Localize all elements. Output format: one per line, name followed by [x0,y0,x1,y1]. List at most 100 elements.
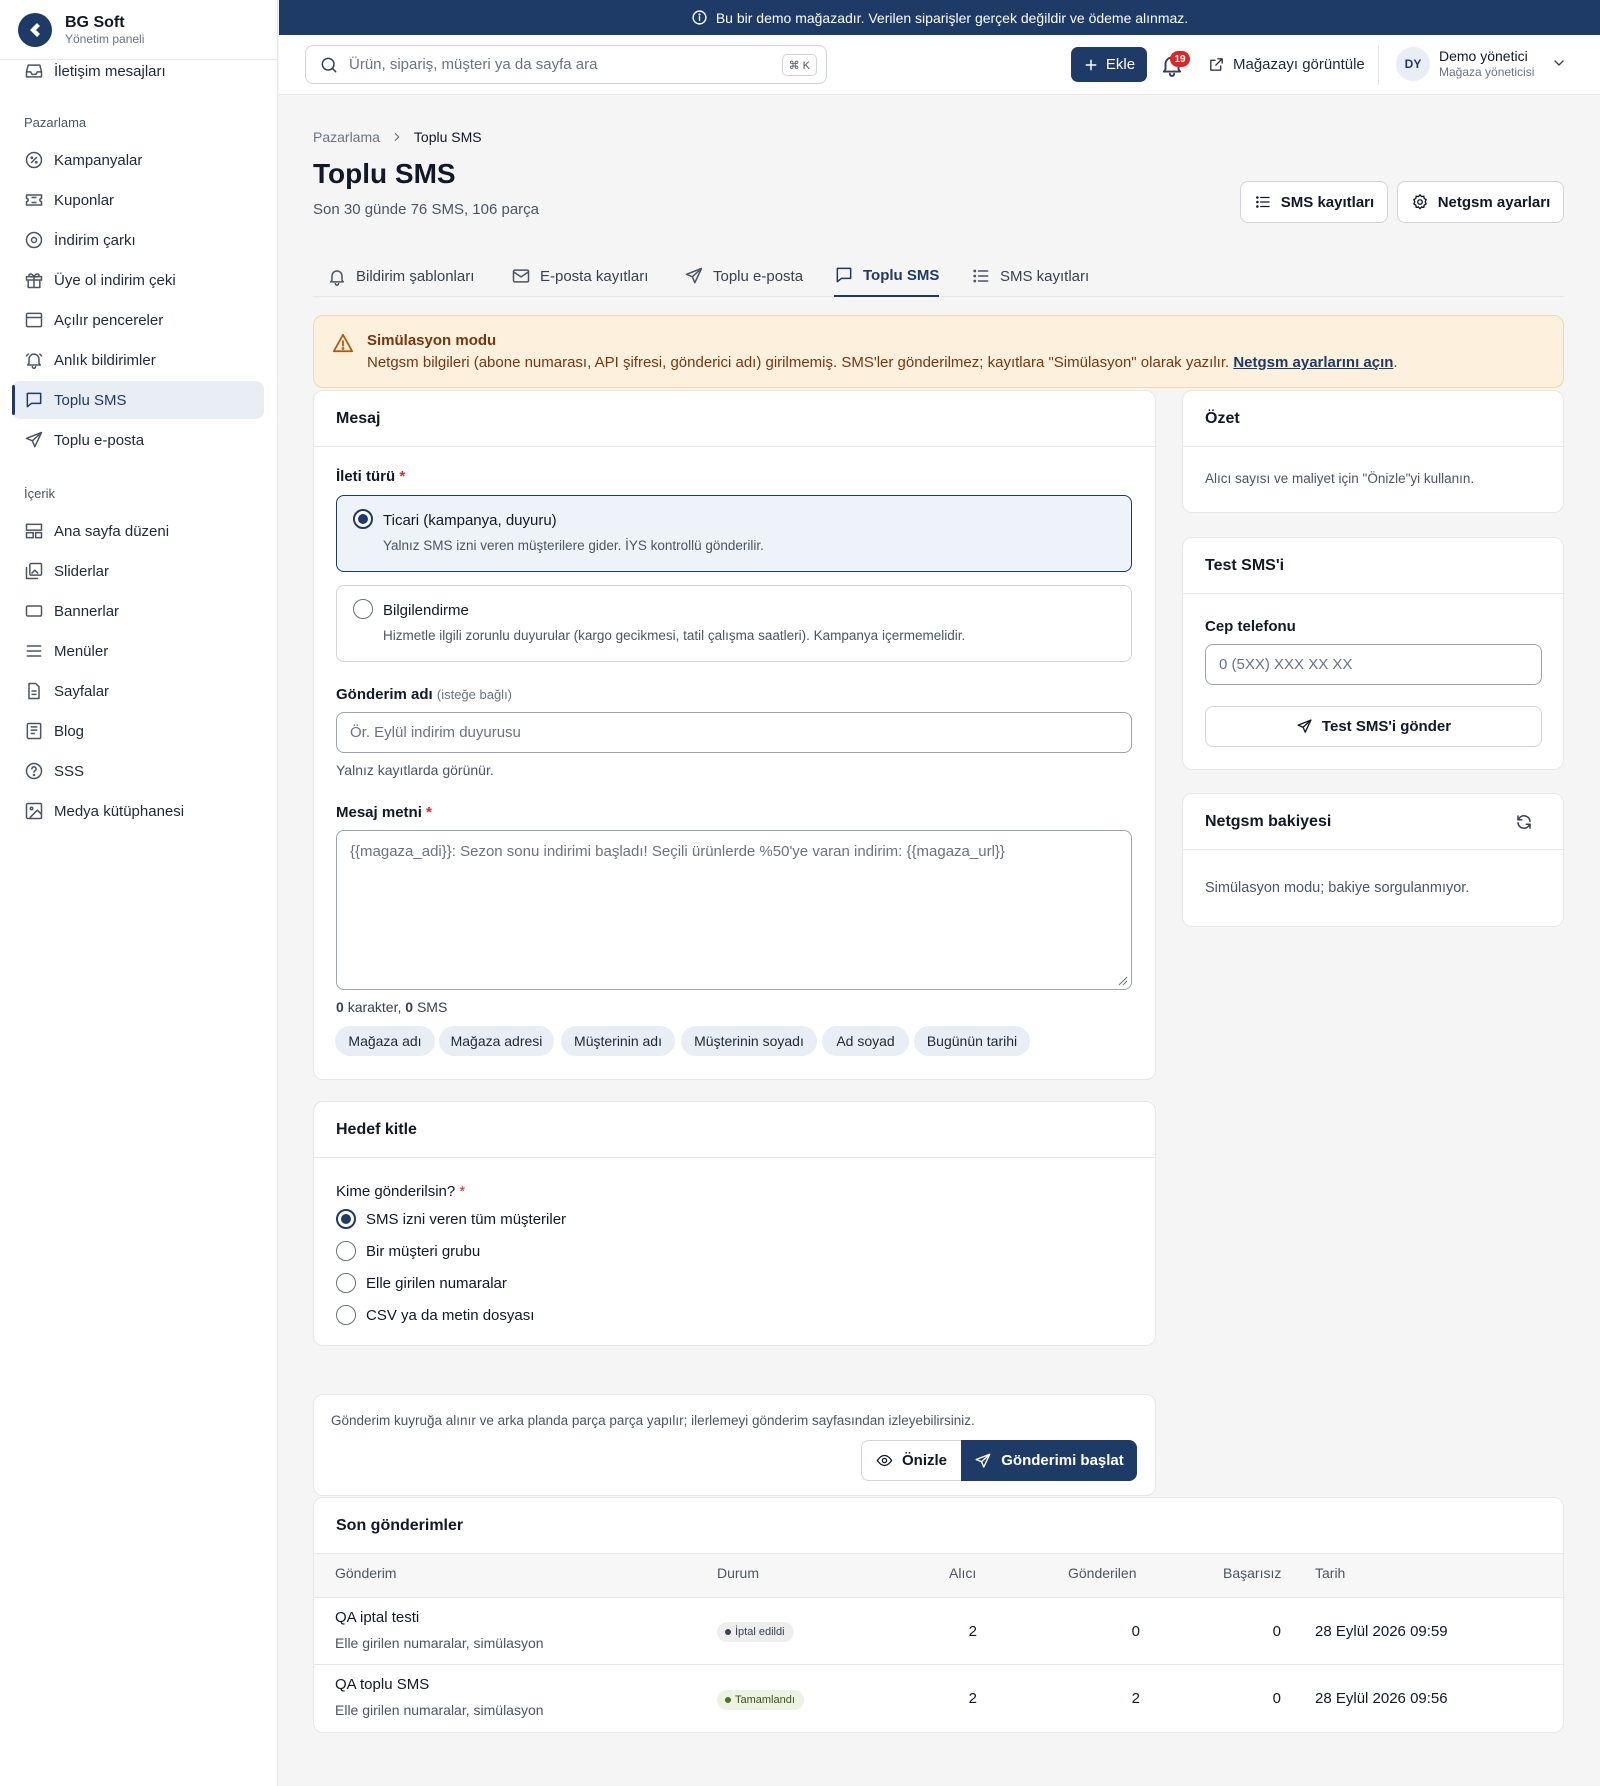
send-test-sms-button[interactable]: Test SMS'i gönder [1205,706,1542,747]
message-card-title: Mesaj [314,391,1155,447]
netgsm-settings-link[interactable]: Netgsm ayarlarını açın [1233,354,1393,371]
sidebar-item-sliders[interactable]: Sliderlar [12,552,264,590]
sidebar-item-banners[interactable]: Bannerlar [12,592,264,630]
add-button[interactable]: Ekle [1071,47,1147,82]
tab-label: Toplu e-posta [713,267,804,285]
sidebar-item-blog[interactable]: Blog [12,712,264,750]
column-header-date[interactable]: Tarih [1315,1565,1345,1581]
sidebar-item-faq[interactable]: SSS [12,752,264,790]
variable-chip-full-name[interactable]: Ad soyad [822,1026,909,1056]
start-sending-button[interactable]: Gönderimi başlat [961,1440,1137,1481]
sidebar-item-coupons[interactable]: Kuponlar [12,181,264,219]
user-name[interactable]: Demo yönetici [1439,48,1528,64]
sidebar-item-signup-voucher[interactable]: Üye ol indirim çeki [12,261,264,299]
balance-text: Simülasyon modu; bakiye sorgulanmıyor. [1205,880,1470,896]
window-icon [25,312,43,328]
tab-bulk-sms[interactable]: Toplu SMS [834,255,940,297]
column-header-send[interactable]: Gönderim [335,1565,396,1581]
view-store-link[interactable]: Mağazayı görüntüle [1208,47,1365,82]
column-header-sent[interactable]: Gönderilen [1068,1565,1137,1581]
message-type-informational[interactable]: Bilgilendirme Hizmetle ilgili zorunlu du… [336,585,1132,662]
variable-chip-store-address[interactable]: Mağaza adresi [439,1026,554,1056]
sidebar-section-content: İçerik [24,486,56,501]
optional-hint: (isteğe bağlı) [436,687,513,702]
chevron-right-icon [394,132,400,142]
search-input[interactable]: Ürün, sipariş, müşteri ya da sayfa ara ⌘… [305,45,827,84]
audience-radio[interactable] [336,1273,356,1293]
info-icon [692,10,707,25]
commercial-radio[interactable] [353,509,373,529]
ticket-icon [25,194,43,206]
message-square-icon [26,392,42,408]
required-asterisk: * [399,468,406,485]
row-sent: 2 [1131,1690,1140,1707]
row-detail: Elle girilen numaralar, simülasyon [335,1635,544,1651]
summary-card: Özet Alıcı sayısı ve maliyet için "Önizl… [1182,390,1564,513]
sidebar-item-bulk-email[interactable]: Toplu e-posta [12,421,264,459]
sidebar-item-popups[interactable]: Açılır pencereler [12,301,264,339]
tab-email-logs[interactable]: E-posta kayıtları [511,255,648,297]
phone-label: Cep telefonu [1205,618,1296,635]
sidebar-item-menus[interactable]: Menüler [12,632,264,670]
audience-option-customer-group[interactable]: Bir müşteri grubu [336,1241,480,1261]
avatar[interactable]: DY [1396,47,1430,81]
row-detail: Elle girilen numaralar, simülasyon [335,1702,544,1718]
row-name[interactable]: QA iptal testi [335,1609,419,1626]
newspaper-icon [26,722,42,740]
netgsm-settings-button-label: Netgsm ayarları [1437,193,1551,211]
send-name-input[interactable]: Ör. Eylül indirim duyurusu [336,712,1132,753]
tab-sms-logs[interactable]: SMS kayıtları [971,255,1089,297]
sms-logs-button[interactable]: SMS kayıtları [1240,181,1388,223]
informational-radio[interactable] [353,599,373,619]
message-type-label: İleti türü * [336,468,405,485]
audience-radio-selected[interactable] [336,1209,356,1229]
variable-chip-customer-last-name[interactable]: Müşterinin soyadı [681,1026,817,1056]
row-name[interactable]: QA toplu SMS [335,1676,429,1693]
resize-handle-icon[interactable] [1118,976,1128,986]
sidebar-item-push-notifications[interactable]: Anlık bildirimler [12,341,264,379]
breadcrumb-item-marketing[interactable]: Pazarlama [313,129,380,145]
message-type-commercial[interactable]: Ticari (kampanya, duyuru) Yalnız SMS izn… [336,495,1132,572]
notification-count-badge: 19 [1170,51,1190,67]
test-sms-card: Test SMS'i Cep telefonu 0 (5XX) XXX XX X… [1182,537,1564,770]
variable-chip-customer-first-name[interactable]: Müşterinin adı [561,1026,675,1056]
sidebar-item-pages[interactable]: Sayfalar [12,672,264,710]
chevron-down-icon[interactable] [1551,55,1567,71]
audience-option-manual-numbers[interactable]: Elle girilen numaralar [336,1273,507,1293]
sidebar-item-home-layout[interactable]: Ana sayfa düzeni [12,512,264,550]
alert-message: Netgsm bilgileri (abone numarası, API şi… [367,354,1230,371]
sidebar-item-media-library[interactable]: Medya kütüphanesi [12,792,264,830]
tab-bulk-email[interactable]: Toplu e-posta [684,255,803,297]
column-header-failed[interactable]: Başarısız [1223,1565,1281,1581]
alert-period: . [1393,354,1398,371]
netgsm-balance-title-text: Netgsm bakiyesi [1205,812,1332,830]
required-asterisk: * [426,804,432,821]
start-sending-label: Gönderimi başlat [1001,1452,1124,1469]
audience-radio[interactable] [336,1241,356,1261]
header-divider [1378,45,1379,85]
sidebar-item-campaigns[interactable]: Kampanyalar [12,141,264,179]
tab-label: E-posta kayıtları [540,267,649,285]
message-type-label-text: İleti türü [336,468,396,485]
message-textarea[interactable]: {{magaza_adi}}: Sezon sonu indirimi başl… [336,830,1132,990]
page-subtitle: Son 30 günde 76 SMS, 106 parça [313,201,539,218]
sms-label: SMS [416,999,448,1015]
phone-input[interactable]: 0 (5XX) XXX XX XX [1205,644,1542,685]
column-header-status[interactable]: Durum [717,1565,759,1581]
sidebar-item-contact-messages[interactable]: İletişim mesajları [12,52,264,90]
sidebar-item-label: Toplu e-posta [54,431,145,449]
refresh-icon[interactable] [1515,813,1533,831]
audience-option-csv-file[interactable]: CSV ya da metin dosyası [336,1305,534,1325]
audience-radio[interactable] [336,1305,356,1325]
column-header-recipients[interactable]: Alıcı [949,1565,976,1581]
variable-chip-store-name[interactable]: Mağaza adı [335,1026,435,1056]
variable-chip-today-date[interactable]: Bugünün tarihi [914,1026,1030,1056]
brand[interactable]: BG Soft Yönetim paneli [0,0,277,60]
tab-notification-templates[interactable]: Bildirim şablonları [327,255,474,297]
audience-option-all-sms-consent[interactable]: SMS izni veren tüm müşteriler [336,1209,566,1229]
netgsm-settings-button[interactable]: Netgsm ayarları [1397,181,1564,223]
preview-button[interactable]: Önizle [861,1440,962,1481]
sidebar-item-bulk-sms[interactable]: Toplu SMS [12,381,264,419]
sidebar-item-discount-wheel[interactable]: İndirim çarkı [12,221,264,259]
image-icon [25,802,43,820]
